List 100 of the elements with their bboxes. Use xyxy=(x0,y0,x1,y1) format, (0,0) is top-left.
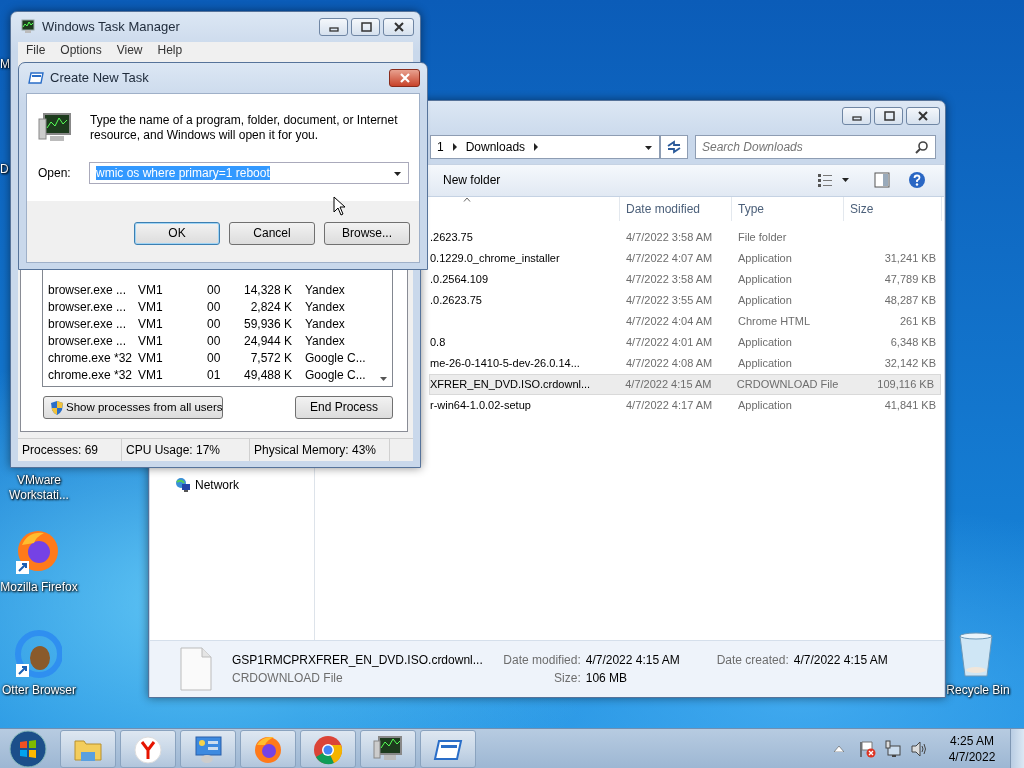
window-title: Windows Task Manager xyxy=(42,19,180,35)
view-options-icon[interactable] xyxy=(817,173,833,188)
dropdown-arrow-icon[interactable] xyxy=(644,145,653,152)
address-bar[interactable]: 1 Downloads xyxy=(430,135,660,160)
refresh-button[interactable] xyxy=(660,135,688,160)
file-name: r-win64-1.0.02-setup xyxy=(430,398,531,411)
clock-date[interactable]: 4/7/2022 xyxy=(942,748,1002,765)
size-text: 32,142 KB xyxy=(884,356,936,369)
file-name: .0.2623.75 xyxy=(430,293,482,306)
clock-time[interactable]: 4:25 AM xyxy=(942,732,1002,749)
process-row[interactable]: chrome.exe *32 VM1 00 7,572 K Google C... xyxy=(43,350,375,367)
new-folder-button[interactable]: New folder xyxy=(443,173,501,188)
close-button[interactable] xyxy=(906,107,940,125)
scroll-down-icon[interactable] xyxy=(380,377,387,381)
process-row[interactable]: browser.exe ... VM1 00 24,944 K Yandex xyxy=(43,333,375,350)
file-row[interactable]: me-26-0-1410-5-dev-26.0.14... 4/7/2022 4:08 AM Application 32,142 KB xyxy=(430,352,942,374)
type-text: Application xyxy=(738,398,792,411)
dialog-button[interactable]: Browse... xyxy=(324,222,410,245)
help-icon[interactable] xyxy=(908,171,926,190)
description-text: Yandex xyxy=(305,334,345,349)
dialog-button[interactable]: Cancel xyxy=(229,222,315,245)
menu-item[interactable]: Options xyxy=(53,42,109,60)
breadcrumb-item[interactable]: 1 xyxy=(433,140,448,155)
menu-item[interactable]: File xyxy=(19,42,53,60)
file-row[interactable]: 0.8 4/7/2022 4:01 AM Application 6,348 KB xyxy=(430,331,942,353)
process-row[interactable]: chrome.exe *32 VM1 01 49,488 K Google C... xyxy=(43,367,375,384)
close-button[interactable] xyxy=(389,69,420,87)
file-row[interactable]: 0.1229.0_chrome_installer 4/7/2022 4:07 AM Application 31,241 KB xyxy=(430,247,942,269)
show-hidden-icons-icon[interactable] xyxy=(834,745,844,752)
caret-icon[interactable] xyxy=(841,177,850,184)
cpu-value: 00 xyxy=(207,317,221,332)
taskbar-button[interactable] xyxy=(120,729,176,768)
file-name: 0.8 xyxy=(430,335,446,348)
dropdown-arrow-icon[interactable] xyxy=(393,170,402,177)
file-row[interactable]: .0.2564.109 4/7/2022 3:58 AM Application 47,789 KB xyxy=(430,268,942,290)
dialog-title: Create New Task xyxy=(50,70,149,86)
chevron-icon xyxy=(451,143,458,152)
breadcrumb-item[interactable]: Downloads xyxy=(461,140,530,155)
detail-value: 106 MB xyxy=(585,670,629,688)
type-text: Application xyxy=(738,293,792,306)
type-text: CRDOWNLOAD File xyxy=(736,377,839,390)
process-name: chrome.exe *32 xyxy=(48,368,133,383)
column-header[interactable]: Date modified xyxy=(626,201,701,217)
taskbar-button[interactable] xyxy=(360,729,416,768)
search-icon[interactable] xyxy=(915,140,929,155)
menu-item[interactable]: View xyxy=(109,42,150,60)
cpu-value: 00 xyxy=(207,351,221,366)
close-button[interactable] xyxy=(383,18,414,36)
process-name: browser.exe ... xyxy=(48,300,127,315)
detail-label: Date modified: xyxy=(502,652,581,670)
file-row[interactable]: r-win64-1.0.02-setup 4/7/2022 4:17 AM Application 41,841 KB xyxy=(430,394,942,416)
file-name: 0.1229.0_chrome_installer xyxy=(430,251,560,264)
size-text: 47,789 KB xyxy=(884,272,936,285)
process-row[interactable]: browser.exe ... VM1 00 2,824 K Yandex xyxy=(43,299,375,316)
windows-logo-icon xyxy=(9,729,47,768)
icon-label[interactable]: M xyxy=(0,57,10,72)
file-row[interactable]: .2623.75 4/7/2022 3:58 AM File folder xyxy=(430,226,942,248)
dialog-button[interactable]: OK xyxy=(134,222,220,245)
flag-icon[interactable] xyxy=(858,739,876,758)
taskbar-button[interactable] xyxy=(420,729,476,768)
file-row[interactable]: XFRER_EN_DVD.ISO.crdownl... 4/7/2022 4:15 AM CRDOWNLOAD File 109,116 KB xyxy=(429,373,941,395)
date-text: 4/7/2022 4:08 AM xyxy=(626,356,713,369)
taskbar-button[interactable] xyxy=(240,729,296,768)
details-file-name: GSP1RMCPRXFRER_EN_DVD.ISO.crdownl... xyxy=(232,652,483,670)
date-text: 4/7/2022 3:58 AM xyxy=(626,230,713,243)
process-name: browser.exe ... xyxy=(48,317,127,332)
process-row[interactable]: browser.exe ... VM1 00 59,936 K Yandex xyxy=(43,316,375,333)
date-text: 4/7/2022 3:55 AM xyxy=(626,293,713,306)
network-icon[interactable] xyxy=(884,739,902,758)
nav-item[interactable]: Network xyxy=(195,477,239,493)
status-text: Physical Memory: 43% xyxy=(254,442,377,458)
date-text: 4/7/2022 4:04 AM xyxy=(626,314,713,327)
minimize-button[interactable] xyxy=(842,107,871,125)
column-header[interactable]: Size xyxy=(850,201,874,217)
minimize-button[interactable] xyxy=(319,18,348,36)
file-row[interactable]: 4/7/2022 4:04 AM Chrome HTML 261 KB xyxy=(430,310,942,332)
menu-item[interactable]: Help xyxy=(150,42,190,60)
process-name: browser.exe ... xyxy=(48,334,127,349)
icon-label[interactable]: D xyxy=(0,162,9,177)
file-name: XFRER_EN_DVD.ISO.crdownl... xyxy=(430,377,591,390)
maximize-button[interactable] xyxy=(351,18,380,36)
file-row[interactable]: .0.2623.75 4/7/2022 3:55 AM Application 48,287 KB xyxy=(430,289,942,311)
search-field[interactable]: Search Downloads xyxy=(695,135,936,160)
memory-value: 59,936 K xyxy=(243,317,292,332)
browser-icon[interactable] xyxy=(14,630,62,678)
process-row[interactable]: browser.exe ... VM1 00 14,328 K Yandex xyxy=(43,282,375,299)
column-header[interactable]: Type xyxy=(738,201,764,217)
size-text: 6,348 KB xyxy=(890,335,936,348)
date-text: 4/7/2022 4:07 AM xyxy=(626,251,713,264)
shield-icon xyxy=(50,399,64,416)
description-text: Yandex xyxy=(305,283,345,298)
process-name: chrome.exe *32 xyxy=(48,351,133,366)
end-process-button[interactable]: End Process xyxy=(295,396,393,419)
preview-pane-icon[interactable] xyxy=(874,172,890,189)
type-text: File folder xyxy=(738,230,787,243)
show-all-processes-button[interactable]: Show processes from all users xyxy=(43,396,223,419)
speaker-icon[interactable] xyxy=(910,739,928,758)
instruction-text: Type the name of a program, folder, document, or Internet resource, and Windows will open it for you. xyxy=(90,113,399,143)
maximize-button[interactable] xyxy=(874,107,903,125)
description-text: Google C... xyxy=(305,368,366,383)
